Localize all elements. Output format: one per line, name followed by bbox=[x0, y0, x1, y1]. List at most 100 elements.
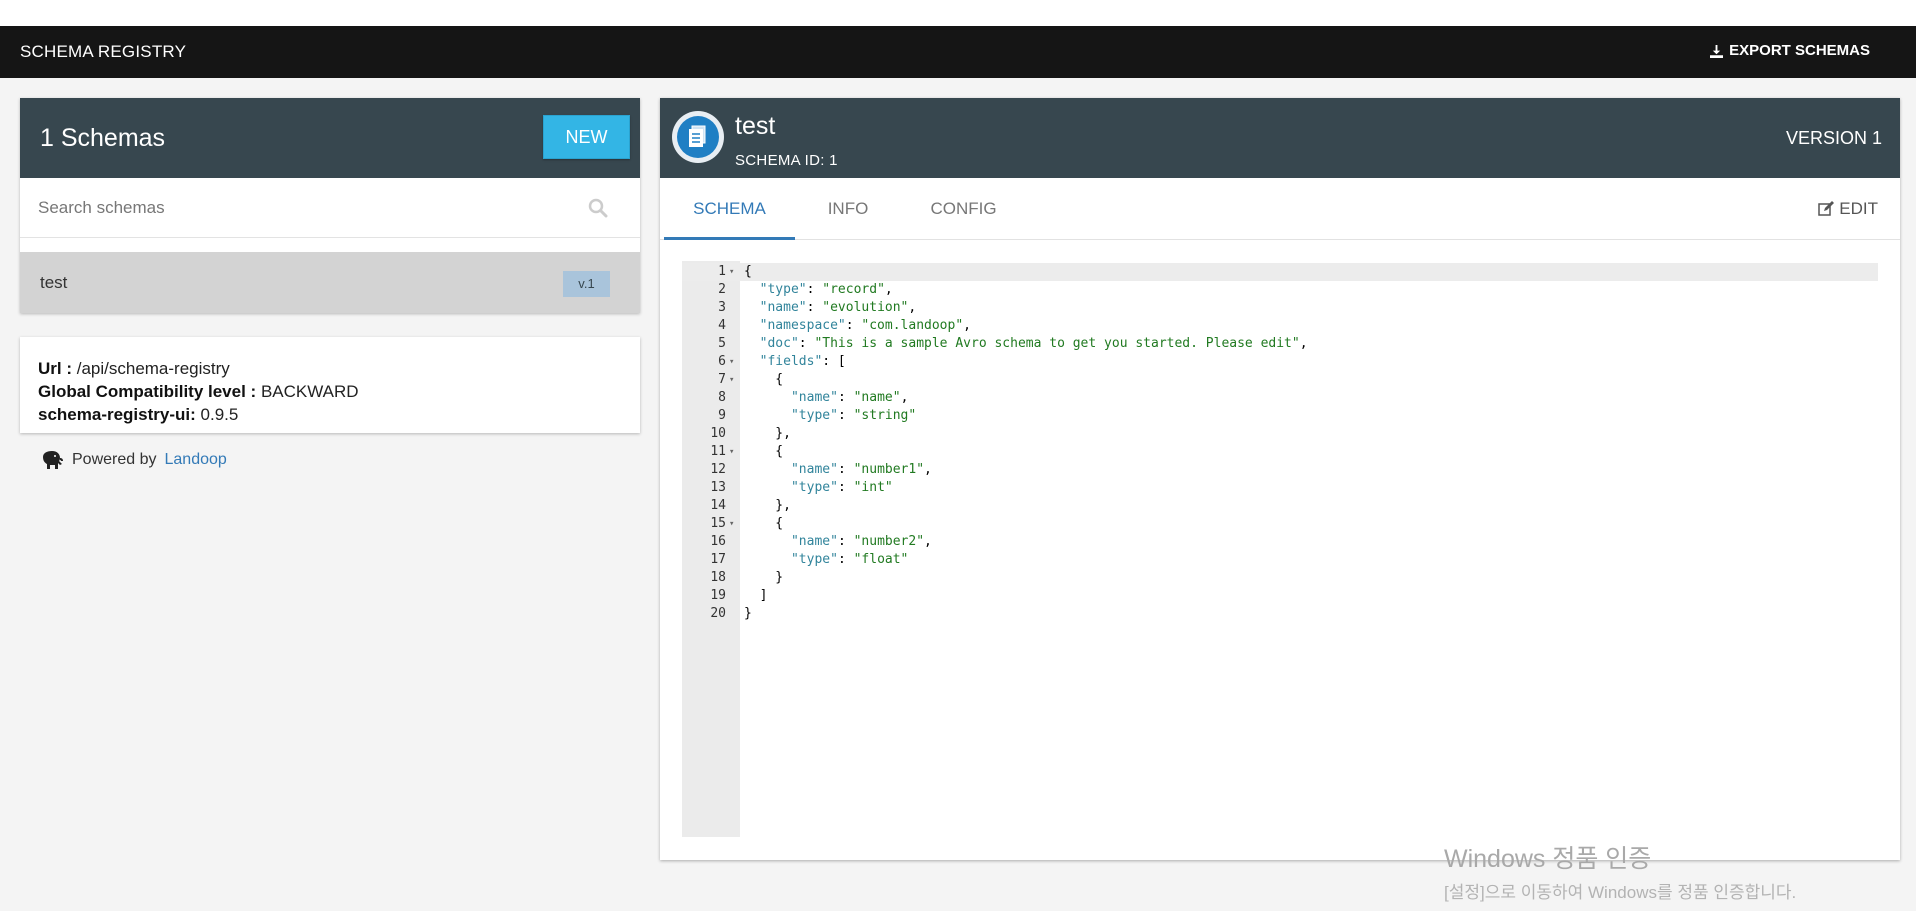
schemas-panel: 1 Schemas NEW test v.1 bbox=[20, 98, 640, 313]
code-text: "type": "record", bbox=[759, 282, 893, 297]
schema-list-item[interactable]: test v.1 bbox=[20, 252, 640, 313]
code-line[interactable]: 13 "type": "int" bbox=[682, 479, 1878, 497]
code-line[interactable]: 7 ▾ { bbox=[682, 371, 1878, 389]
edit-button[interactable]: EDIT bbox=[1818, 178, 1878, 240]
code-text: "name": "name", bbox=[790, 390, 909, 405]
code-text: "type": "int" bbox=[790, 480, 893, 495]
code-line[interactable]: 5 "doc": "This is a sample Avro schema t… bbox=[682, 335, 1878, 353]
schemas-header: 1 Schemas NEW bbox=[20, 98, 640, 178]
new-schema-button[interactable]: NEW bbox=[543, 115, 630, 159]
code-line[interactable]: 8 "name": "name", bbox=[682, 389, 1878, 407]
tab-info[interactable]: INFO bbox=[795, 178, 901, 240]
tab-schema[interactable]: SCHEMA bbox=[664, 178, 795, 240]
line-number: 7 bbox=[718, 372, 726, 387]
schema-title: test bbox=[735, 112, 776, 140]
schemas-count-title: 1 Schemas bbox=[40, 124, 166, 152]
code-line[interactable]: 15 ▾ { bbox=[682, 515, 1878, 533]
line-number: 4 bbox=[718, 318, 726, 333]
line-number: 6 bbox=[718, 354, 726, 369]
line-number: 16 bbox=[710, 534, 726, 549]
version-badge: v.1 bbox=[563, 271, 610, 297]
line-number: 17 bbox=[710, 552, 726, 567]
url-label: Url : bbox=[38, 359, 72, 378]
powered-by-text: Powered by bbox=[72, 451, 157, 468]
fold-toggle-icon[interactable]: ▾ bbox=[729, 263, 734, 281]
line-number: 15 bbox=[710, 516, 726, 531]
line-number: 1 bbox=[718, 264, 726, 279]
code-text: "type": "string" bbox=[790, 408, 917, 423]
code-text: ] bbox=[744, 588, 768, 603]
schema-avatar bbox=[672, 111, 724, 163]
code-line[interactable]: 1 ▾ { bbox=[682, 263, 1878, 281]
url-row: Url : /api/schema-registry bbox=[38, 357, 622, 380]
brand-title[interactable]: SCHEMA REGISTRY bbox=[20, 26, 186, 78]
document-icon bbox=[689, 125, 706, 147]
version-label[interactable]: VERSION 1 bbox=[1786, 98, 1882, 178]
code-text: "type": "float" bbox=[790, 552, 909, 567]
ui-version-row: schema-registry-ui: 0.9.5 bbox=[38, 403, 622, 426]
compatibility-row: Global Compatibility level : BACKWARD bbox=[38, 380, 622, 403]
line-number: 2 bbox=[718, 282, 726, 297]
page: SCHEMA REGISTRY EXPORT SCHEMAS 1 Schemas… bbox=[0, 26, 1916, 911]
code-line[interactable]: 16 "name": "number2", bbox=[682, 533, 1878, 551]
download-icon bbox=[1710, 44, 1724, 58]
code-line[interactable]: 14 }, bbox=[682, 497, 1878, 515]
code-text: } bbox=[744, 570, 784, 585]
detail-header: test SCHEMA ID: 1 VERSION 1 bbox=[660, 98, 1900, 178]
powered-by: Powered by Landoop bbox=[40, 449, 227, 471]
code-line[interactable]: 2 "type": "record", bbox=[682, 281, 1878, 299]
code-line[interactable]: 20} bbox=[682, 605, 1878, 623]
code-text: { bbox=[744, 444, 784, 459]
fold-toggle-icon[interactable]: ▾ bbox=[729, 443, 734, 461]
search-bar bbox=[20, 178, 640, 238]
code-line[interactable]: 10 }, bbox=[682, 425, 1878, 443]
code-text: "fields": [ bbox=[759, 354, 846, 369]
code-text: "name": "number1", bbox=[790, 462, 932, 477]
code-text: { bbox=[744, 516, 784, 531]
code-line[interactable]: 18 } bbox=[682, 569, 1878, 587]
top-navbar: SCHEMA REGISTRY EXPORT SCHEMAS bbox=[0, 26, 1916, 78]
line-number: 14 bbox=[710, 498, 726, 513]
code-text: "name": "number2", bbox=[790, 534, 932, 549]
schema-id: SCHEMA ID: 1 bbox=[735, 152, 838, 169]
url-value: /api/schema-registry bbox=[76, 359, 230, 378]
code-line[interactable]: 6 ▾ "fields": [ bbox=[682, 353, 1878, 371]
code-line[interactable]: 3 "name": "evolution", bbox=[682, 299, 1878, 317]
code-text: "name": "evolution", bbox=[759, 300, 917, 315]
export-schemas-button[interactable]: EXPORT SCHEMAS bbox=[1710, 26, 1870, 76]
code-line[interactable]: 17 "type": "float" bbox=[682, 551, 1878, 569]
code-text: } bbox=[744, 606, 752, 621]
ui-version-value: 0.9.5 bbox=[200, 405, 239, 424]
fold-toggle-icon[interactable]: ▾ bbox=[729, 353, 734, 371]
registry-info-card: Url : /api/schema-registry Global Compat… bbox=[20, 337, 640, 433]
code-text: }, bbox=[744, 498, 791, 513]
line-number: 12 bbox=[710, 462, 726, 477]
code-line[interactable]: 19 ] bbox=[682, 587, 1878, 605]
code-text: { bbox=[744, 372, 784, 387]
code-line[interactable]: 12 "name": "number1", bbox=[682, 461, 1878, 479]
tab-config[interactable]: CONFIG bbox=[901, 178, 1026, 240]
line-number: 5 bbox=[718, 336, 726, 351]
code-line[interactable]: 11 ▾ { bbox=[682, 443, 1878, 461]
search-icon[interactable] bbox=[588, 198, 608, 218]
line-number: 9 bbox=[718, 408, 726, 423]
schema-item-name: test bbox=[40, 273, 68, 292]
export-schemas-label: EXPORT SCHEMAS bbox=[1729, 42, 1870, 59]
fold-toggle-icon[interactable]: ▾ bbox=[729, 515, 734, 533]
edit-label: EDIT bbox=[1839, 199, 1878, 218]
landoop-link[interactable]: Landoop bbox=[165, 451, 227, 469]
line-number: 11 bbox=[710, 444, 726, 459]
schema-code-editor[interactable]: 1 ▾{2 "type": "record", 3 "name": "evoluti… bbox=[682, 261, 1878, 837]
line-number: 8 bbox=[718, 390, 726, 405]
code-text: "namespace": "com.landoop", bbox=[759, 318, 971, 333]
code-text: "doc": "This is a sample Avro schema to … bbox=[759, 336, 1308, 351]
elephant-logo-icon bbox=[43, 451, 63, 469]
ui-version-label: schema-registry-ui: bbox=[38, 405, 196, 424]
line-number: 19 bbox=[710, 588, 726, 603]
fold-toggle-icon[interactable]: ▾ bbox=[729, 371, 734, 389]
windows-activation-title: Windows 정품 인증 bbox=[1444, 845, 1652, 873]
code-line[interactable]: 9 "type": "string" bbox=[682, 407, 1878, 425]
code-text: }, bbox=[744, 426, 791, 441]
code-line[interactable]: 4 "namespace": "com.landoop", bbox=[682, 317, 1878, 335]
search-input[interactable] bbox=[38, 192, 578, 224]
